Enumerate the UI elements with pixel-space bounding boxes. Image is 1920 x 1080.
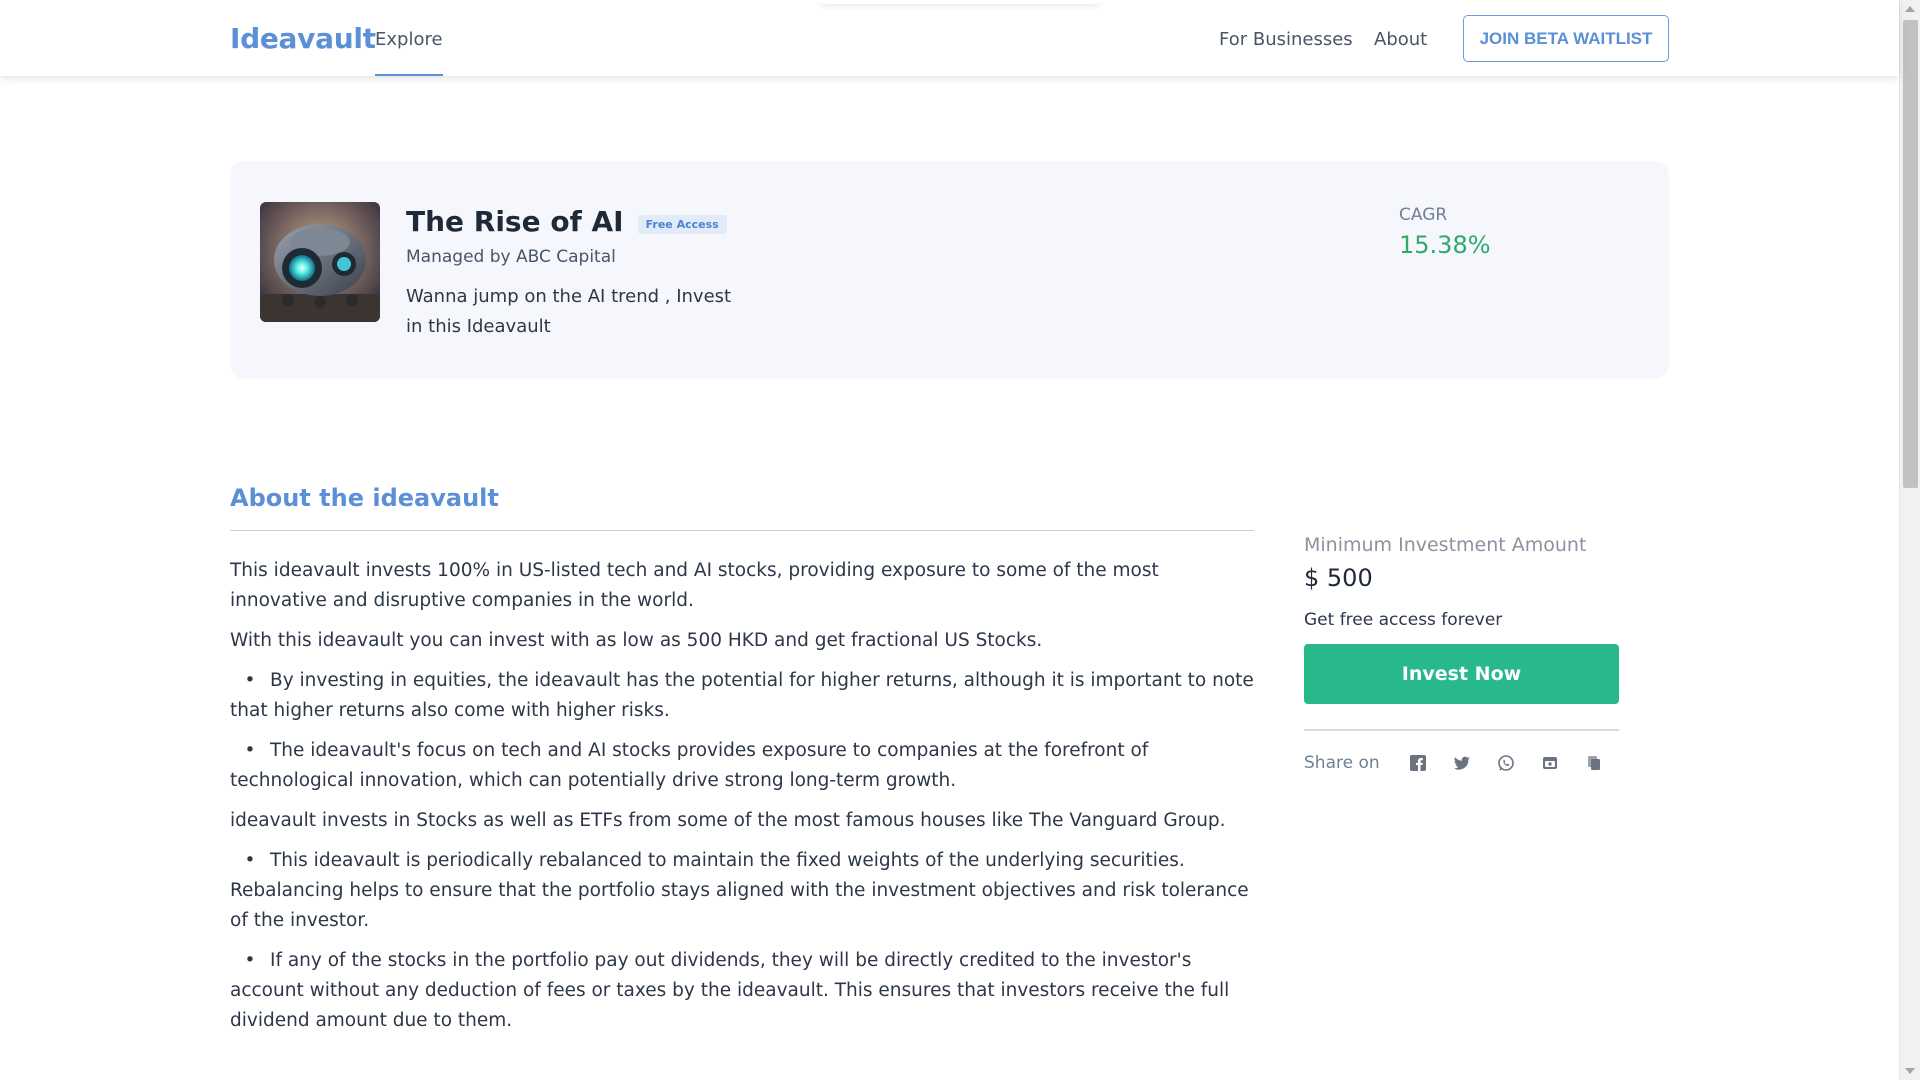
about-paragraph: This ideavault invests 100% in US-listed…: [230, 560, 1159, 611]
about-section-body: This ideavault invests 100% in US-listed…: [230, 556, 1260, 1046]
bullet-dot: •: [244, 950, 256, 971]
whatsapp-icon[interactable]: [1484, 751, 1528, 775]
bullet-text: If any of the stocks in the portfolio pa…: [230, 950, 1230, 1031]
free-access-text: Get free access forever: [1304, 610, 1503, 630]
about-paragraph: With this ideavault you can invest with …: [230, 630, 1043, 651]
facebook-icon[interactable]: [1396, 751, 1440, 775]
nav-for-businesses-link[interactable]: For Businesses: [1219, 29, 1353, 50]
share-row: Share on: [1304, 751, 1619, 775]
page-scrollbar[interactable]: [1899, 0, 1920, 1080]
top-nav: Ideavault Explore For Businesses About J…: [0, 0, 1899, 76]
vault-title: The Rise of AI: [406, 205, 624, 238]
min-investment-value: $ 500: [1304, 564, 1373, 592]
bullet-dot: •: [244, 850, 256, 871]
nav-about-link[interactable]: About: [1374, 29, 1427, 50]
about-section-title: About the ideavault: [230, 484, 499, 512]
invest-now-button[interactable]: Invest Now: [1304, 644, 1619, 704]
copy-icon[interactable]: [1572, 751, 1616, 775]
about-divider: [230, 530, 1254, 531]
brand-logo[interactable]: Ideavault: [230, 22, 376, 55]
bullet-dot: •: [244, 740, 256, 761]
about-bullet-item: • By investing in equities, the ideavault…: [230, 666, 1260, 726]
vault-thumbnail-image: [260, 202, 380, 322]
bullet-text: By investing in equities, the ideavault …: [230, 670, 1254, 721]
cagr-value: 15.38%: [1399, 231, 1491, 259]
about-bullet-item: • If any of the stocks in the portfolio p…: [230, 946, 1260, 1036]
vault-manager: Managed by ABC Capital: [406, 247, 616, 267]
about-bullet-item: • This ideavault is periodically rebalanc…: [230, 846, 1260, 936]
invest-panel: Minimum Investment Amount $ 500 Get free…: [1304, 534, 1619, 775]
free-access-badge: Free Access: [637, 215, 727, 234]
about-paragraph: ideavault invests in Stocks as well as E…: [230, 810, 1226, 831]
bullet-text: This ideavault is periodically rebalance…: [230, 850, 1249, 931]
nav-explore-tab[interactable]: Explore: [375, 0, 443, 76]
invest-divider: [1304, 729, 1619, 731]
join-waitlist-button[interactable]: JOIN BETA WAITLIST: [1463, 15, 1669, 62]
bullet-dot: •: [244, 670, 256, 691]
vault-summary-card: The Rise of AI Free Access Managed by AB…: [230, 161, 1669, 379]
email-icon[interactable]: [1528, 751, 1572, 775]
scroll-thumb[interactable]: [1903, 20, 1918, 488]
vault-title-row: The Rise of AI Free Access: [406, 205, 727, 238]
nav-notch: [820, 0, 1100, 4]
min-investment-label: Minimum Investment Amount: [1304, 534, 1587, 556]
scroll-down-arrow-icon[interactable]: [1905, 1068, 1915, 1074]
scroll-up-arrow-icon[interactable]: [1905, 6, 1915, 12]
twitter-icon[interactable]: [1440, 751, 1484, 775]
about-bullet-item: • The ideavault's focus on tech and AI st…: [230, 736, 1260, 796]
share-label: Share on: [1304, 753, 1380, 773]
bullet-text: The ideavault's focus on tech and AI sto…: [230, 740, 1149, 791]
vault-description: Wanna jump on the AI trend , Invest in t…: [406, 286, 732, 337]
cagr-label: CAGR: [1399, 205, 1448, 225]
